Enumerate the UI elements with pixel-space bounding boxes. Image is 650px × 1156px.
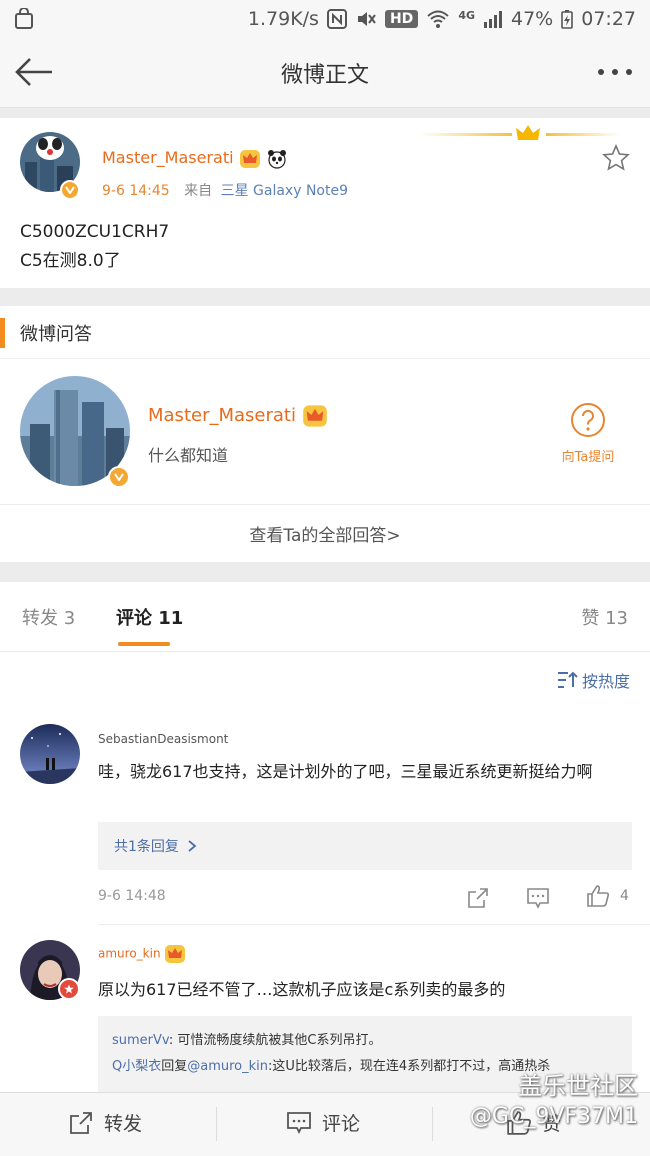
shopping-bag-icon [15, 8, 33, 29]
divider [432, 1107, 433, 1141]
reply-user[interactable]: sumerVv [112, 1033, 169, 1048]
interaction-tabs: 转发 3 评论 11 赞 13 [0, 582, 650, 652]
repost-label: 转发 [104, 1113, 143, 1135]
reply-user[interactable]: Q小梨衣 [112, 1059, 161, 1074]
more-options-icon[interactable] [596, 60, 634, 84]
reply-text: 这U比较落后，现在连4系列都打不过，高通热杀 [272, 1059, 551, 1074]
reply-verb: 回复 [161, 1059, 188, 1074]
post-line: C5000ZCU1CRH7 [20, 222, 170, 242]
comment-button[interactable]: 评论 [286, 1109, 360, 1136]
section-accent-bar [0, 318, 5, 348]
repost-button[interactable]: 转发 [68, 1109, 142, 1136]
sort-label: 按热度 [581, 672, 630, 691]
commenter-avatar[interactable] [20, 724, 80, 784]
post-source-label: 来自 [184, 183, 213, 199]
signal-icon [484, 11, 502, 28]
comment-replies-box[interactable]: 共1条回复 [98, 822, 632, 870]
tab-repost[interactable]: 转发 3 [22, 604, 75, 630]
post-author-name-row: Master_Maserati [102, 148, 288, 169]
vip-crown-icon [239, 149, 260, 168]
panda-icon [267, 149, 286, 169]
tab-like[interactable]: 赞 13 [581, 604, 628, 630]
top-nav-bar: 微博正文 [0, 38, 650, 108]
reply-mention[interactable]: @amuro_kin [187, 1059, 268, 1074]
comment-icon [287, 1111, 311, 1134]
wifi-icon [427, 10, 449, 28]
reply-text: 可惜流畅度续航被其他C系列吊打。 [177, 1033, 382, 1048]
sort-icon [557, 671, 578, 688]
qa-author-name[interactable]: Master_Maserati [148, 405, 296, 426]
commenter-name[interactable]: amuro_kin [98, 947, 161, 961]
battery-percent: 47% [511, 8, 554, 30]
qa-author-desc: 什么都知道 [148, 446, 229, 465]
divider [216, 1107, 217, 1141]
tab-comment[interactable]: 评论 11 [116, 604, 183, 630]
mute-icon [357, 12, 376, 26]
post-author-name[interactable]: Master_Maserati [102, 148, 234, 167]
view-replies-link[interactable]: 共1条回复 [114, 836, 179, 856]
favorite-star-icon[interactable] [602, 144, 630, 172]
active-tab-indicator [118, 642, 170, 646]
back-arrow-icon[interactable] [14, 54, 54, 90]
red-badge-icon [58, 978, 80, 1000]
page-title: 微博正文 [280, 62, 369, 88]
repost-icon [70, 1111, 92, 1134]
comment-text: 原以为617已经不管了…这款机子应该是c系列卖的最多的 [98, 980, 506, 999]
verified-badge-icon [108, 466, 130, 488]
network-type: 4G [458, 8, 475, 22]
comment-time: 9-6 14:48 [98, 888, 166, 904]
thumbs-up-icon[interactable] [586, 884, 610, 908]
question-circle-icon [571, 403, 605, 437]
ask-question-label: 向Ta提问 [561, 450, 615, 465]
vip-crown-icon [165, 945, 186, 963]
vip-crown-icon [302, 405, 327, 427]
crown-decoration [420, 125, 620, 140]
commenter-name[interactable]: SebastianDeasismont [98, 732, 228, 746]
weibo-post: Master_Maserati 9-6 14:45 来自 三星 Galaxy N… [0, 118, 650, 288]
clock: 07:27 [581, 8, 636, 30]
like-count: 4 [620, 888, 629, 904]
divider [0, 358, 650, 359]
post-meta: 9-6 14:45 来自 三星 Galaxy Note9 [102, 180, 348, 200]
comment-text: 哇，骁龙617也支持，这是计划外的了吧，三星最近系统更新挺给力啊 [98, 762, 593, 781]
verified-badge-icon [60, 180, 80, 200]
post-time: 9-6 14:45 [102, 183, 170, 199]
nfc-icon [326, 9, 347, 29]
commenter-name-row: amuro_kin [98, 944, 186, 964]
post-content: C5000ZCU1CRH7 C5在测8.0了 [20, 218, 169, 276]
weibo-qa-section: 微博问答 Master_Maserati 什么都知道 向Ta提问 查看Ta的全部… [0, 306, 650, 562]
share-icon[interactable] [466, 886, 490, 910]
comment-icon[interactable] [526, 886, 550, 910]
hd-badge: HD [384, 10, 419, 28]
comments-section: 转发 3 评论 11 赞 13 按热度 SebastianDeasismont … [0, 582, 650, 1092]
comment-label: 评论 [322, 1113, 361, 1135]
qa-section-title: 微博问答 [20, 324, 92, 345]
watermark-title: 盖乐世社区 [518, 1072, 638, 1100]
reply-item: sumerVv: 可惜流畅度续航被其他C系列吊打。 [112, 1028, 618, 1054]
battery-charging-icon [561, 10, 574, 29]
post-source[interactable]: 三星 Galaxy Note9 [221, 183, 348, 199]
watermark-handle: @GC_9VF37M1 [469, 1104, 638, 1129]
sort-by-hot-button[interactable]: 按热度 [556, 668, 630, 692]
divider [98, 924, 650, 925]
status-bar: 1.79K/s HD 4G 47% 07:27 [0, 0, 650, 38]
view-all-answers-link[interactable]: 查看Ta的全部回答> [0, 504, 650, 562]
chevron-right-icon [188, 840, 197, 852]
net-speed: 1.79K/s [247, 8, 319, 30]
post-line: C5在测8.0了 [20, 251, 121, 271]
qa-author-name-row: Master_Maserati [148, 404, 328, 428]
ask-question-button[interactable]: 向Ta提问 [556, 402, 620, 465]
weibo-detail-page: 1.79K/s HD 4G 47% 07:27 微博正文 Master_Mase… [0, 0, 650, 1156]
